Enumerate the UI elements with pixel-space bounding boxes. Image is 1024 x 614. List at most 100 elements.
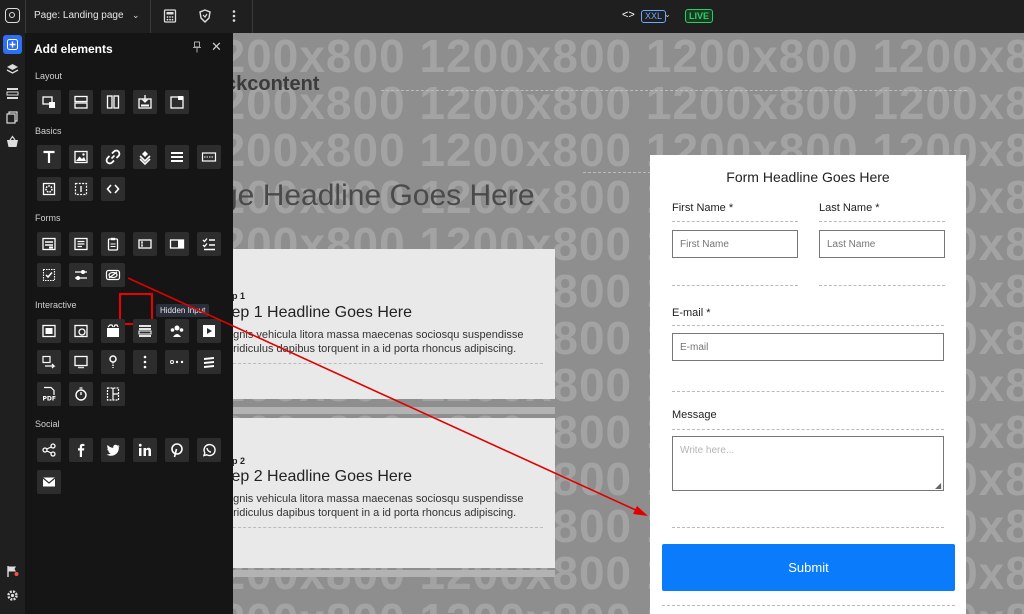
- spacer-icon[interactable]: [69, 177, 93, 201]
- checkbox-icon[interactable]: [37, 263, 61, 287]
- step-label: ep 1: [233, 291, 246, 301]
- email-label: E-mail *: [672, 307, 711, 319]
- container-icon[interactable]: [37, 90, 61, 114]
- chevron-down-icon[interactable]: ⌄: [132, 10, 140, 21]
- link-icon[interactable]: [101, 145, 125, 169]
- stack-icon[interactable]: [197, 350, 221, 374]
- form-icon[interactable]: [37, 232, 61, 256]
- linkedin-icon[interactable]: [133, 438, 157, 462]
- dashed-guide: [233, 527, 543, 528]
- input-field-icon[interactable]: [133, 232, 157, 256]
- button-icon[interactable]: [37, 319, 61, 343]
- close-icon[interactable]: ✕: [211, 39, 222, 55]
- dashed-guide: [819, 285, 945, 286]
- app-logo-icon[interactable]: [5, 8, 20, 23]
- last-name-field[interactable]: [819, 230, 945, 258]
- dashed-guide: [381, 90, 967, 91]
- divider-icon[interactable]: [197, 145, 221, 169]
- flag-icon[interactable]: [3, 562, 22, 581]
- resize-handle-icon[interactable]: ◢: [935, 481, 941, 490]
- dashed-guide: [672, 527, 944, 528]
- first-name-label: First Name *: [672, 202, 734, 214]
- icon-element-icon[interactable]: [37, 177, 61, 201]
- calculator-icon[interactable]: [162, 8, 178, 24]
- divider: [252, 0, 253, 33]
- more-vertical-icon[interactable]: [226, 8, 242, 24]
- dashed-guide: [672, 325, 944, 326]
- section-download-icon[interactable]: [133, 90, 157, 114]
- first-name-field[interactable]: [672, 230, 798, 258]
- code-view-icon[interactable]: <>: [622, 9, 635, 21]
- page-canvas[interactable]: 1200x800 1200x800 1200x800 1200x800 1200…: [233, 33, 1024, 614]
- team-icon[interactable]: [165, 319, 189, 343]
- hero-headline[interactable]: ge Headline Goes Here: [233, 179, 535, 213]
- step-text-line: agnis vehicula litora massa maecenas soc…: [233, 493, 524, 505]
- pages-icon[interactable]: [3, 108, 22, 127]
- breakpoint-selector[interactable]: XXL: [641, 10, 667, 23]
- twitter-icon[interactable]: [101, 438, 125, 462]
- step-label: ep 2: [233, 456, 246, 466]
- pdf-icon[interactable]: PDF: [37, 382, 61, 406]
- facebook-icon[interactable]: [69, 438, 93, 462]
- step-title[interactable]: tep 1 Headline Goes Here: [233, 304, 412, 322]
- category-interactive: Interactive: [35, 300, 77, 310]
- timer-icon[interactable]: [69, 382, 93, 406]
- slider-control-icon[interactable]: [69, 263, 93, 287]
- popup-icon[interactable]: [165, 90, 189, 114]
- add-elements-icon[interactable]: [3, 35, 22, 54]
- shield-icon[interactable]: [197, 8, 213, 24]
- divider: [150, 0, 151, 33]
- map-pin-icon[interactable]: [101, 350, 125, 374]
- top-bar: Page: Landing page ⌄ <> XXL ⌄ LIVE: [0, 0, 1024, 33]
- step-text-line: agnis vehicula litora massa maecenas soc…: [233, 329, 524, 341]
- accordion-icon[interactable]: [133, 319, 157, 343]
- layers-icon[interactable]: [3, 60, 22, 79]
- last-name-label: Last Name *: [819, 202, 880, 214]
- embed-icon[interactable]: [69, 319, 93, 343]
- contact-form: Form Headline Goes Here First Name * Las…: [650, 155, 966, 614]
- live-badge[interactable]: LIVE: [685, 9, 714, 23]
- text-icon[interactable]: [37, 145, 61, 169]
- whatsapp-icon[interactable]: [197, 438, 221, 462]
- text-area-icon[interactable]: [69, 232, 93, 256]
- form-headline[interactable]: Form Headline Goes Here: [650, 169, 966, 185]
- page-selector[interactable]: Page: Landing page: [34, 10, 124, 21]
- list-icon[interactable]: [165, 145, 189, 169]
- share-icon[interactable]: [37, 438, 61, 462]
- pin-icon[interactable]: [192, 41, 202, 56]
- code-icon[interactable]: [101, 177, 125, 201]
- checklist-icon[interactable]: [197, 232, 221, 256]
- horizontal-dots-icon[interactable]: [165, 350, 189, 374]
- message-textarea[interactable]: Write here...: [672, 436, 944, 491]
- gear-icon[interactable]: [3, 586, 22, 605]
- email-icon[interactable]: [37, 470, 61, 494]
- chevron-down-icon[interactable]: ⌄: [664, 10, 671, 19]
- basket-icon[interactable]: [3, 132, 22, 151]
- tabs-icon[interactable]: [101, 319, 125, 343]
- hidden-input-icon[interactable]: [101, 263, 125, 287]
- grid-section-icon[interactable]: [101, 382, 125, 406]
- dashed-guide: [672, 221, 798, 222]
- rows-icon[interactable]: [69, 90, 93, 114]
- step-card[interactable]: [233, 249, 555, 399]
- columns-icon[interactable]: [101, 90, 125, 114]
- slideshow-icon[interactable]: [69, 350, 93, 374]
- watermark-row: 1200x800 1200x800 1200x800 1200x800: [233, 77, 1024, 129]
- swap-icon[interactable]: [37, 350, 61, 374]
- pinterest-icon[interactable]: [165, 438, 189, 462]
- sections-icon[interactable]: [3, 84, 22, 103]
- left-rail: [0, 33, 25, 614]
- select-icon[interactable]: [165, 232, 189, 256]
- email-field[interactable]: [672, 333, 944, 361]
- divider: [233, 570, 555, 577]
- dashed-guide: [819, 221, 945, 222]
- vertical-dots-icon[interactable]: [133, 350, 157, 374]
- video-play-icon[interactable]: [197, 319, 221, 343]
- clipboard-icon[interactable]: [101, 232, 125, 256]
- badge-icon[interactable]: [133, 145, 157, 169]
- brand-logo-text[interactable]: ckcontent: [233, 73, 319, 96]
- divider: [233, 407, 555, 414]
- step-title[interactable]: tep 2 Headline Goes Here: [233, 468, 412, 486]
- submit-button[interactable]: Submit: [662, 544, 955, 591]
- image-icon[interactable]: [69, 145, 93, 169]
